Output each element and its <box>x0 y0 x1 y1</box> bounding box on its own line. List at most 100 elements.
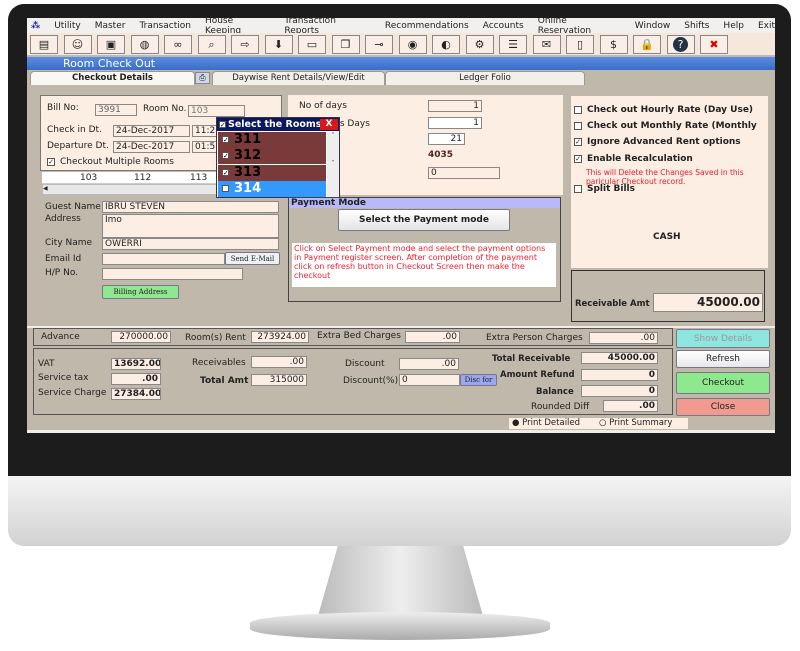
hp-field[interactable] <box>102 268 243 280</box>
total-amt-field[interactable]: 315000 <box>251 374 307 386</box>
menu-master[interactable]: Master <box>95 21 126 31</box>
receivables-field[interactable]: .00 <box>251 356 307 368</box>
grid-cell[interactable]: 113 <box>190 173 207 183</box>
no-value: 4035 <box>428 150 454 160</box>
discount-percent-field[interactable]: 0 <box>399 374 460 386</box>
card-icon[interactable]: ▣ <box>97 35 125 54</box>
extra-bed-days-field[interactable]: 1 <box>428 117 482 129</box>
amount-refund-field[interactable]: 0 <box>581 369 658 381</box>
room-option-314[interactable]: ✓ 314 <box>218 180 326 197</box>
receivable-field[interactable]: 45000.00 <box>653 293 763 312</box>
chart-icon[interactable]: ▭ <box>298 35 326 54</box>
tab-checkout-details[interactable]: Checkout Details <box>30 71 195 85</box>
menu-transaction[interactable]: Transaction <box>139 21 191 31</box>
advance-field[interactable]: 270000.00 <box>111 331 171 343</box>
print-summary-radio[interactable]: ○ Print Summary <box>597 418 688 429</box>
lock-icon[interactable]: 🔒 <box>633 35 661 54</box>
menu-exit[interactable]: Exit <box>758 21 775 31</box>
checkbox-icon[interactable]: ✓ <box>219 121 226 129</box>
popup-scrollbar[interactable]: ˄ ˅ <box>327 132 339 197</box>
menu-utility[interactable]: Utility <box>54 21 80 31</box>
print-detailed-radio[interactable]: ● Print Detailed <box>509 418 597 429</box>
export-icon[interactable]: ⇨ <box>231 35 259 54</box>
tab-ledger-folio[interactable]: Ledger Folio <box>385 71 585 85</box>
menu-recommendations[interactable]: Recommendations <box>385 21 469 31</box>
copy-icon[interactable]: ❐ <box>331 35 360 54</box>
total-amt-label: Total Amt <box>200 376 249 386</box>
dollar-icon[interactable]: $ <box>599 35 628 54</box>
mail-icon[interactable]: ✉ <box>532 35 561 54</box>
room-option-312[interactable]: ✓ 312 <box>218 148 326 165</box>
person-icon[interactable]: ☺ <box>63 35 92 54</box>
gears-icon[interactable]: ⚙ <box>465 35 494 54</box>
checkout-button[interactable]: Checkout <box>676 372 770 394</box>
bulb-icon[interactable]: ◐ <box>432 35 460 54</box>
room-option-313[interactable]: ✓ 313 <box>218 164 326 181</box>
extra-bed-charges-field[interactable]: .00 <box>405 331 460 343</box>
palette-icon[interactable]: ▤ <box>30 35 58 54</box>
service-charge-field[interactable]: 27384.00 <box>111 388 161 400</box>
menu-window[interactable]: Window <box>635 21 671 31</box>
address-field[interactable]: Imo <box>102 214 279 238</box>
send-email-button[interactable]: Send E-Mail <box>225 252 280 265</box>
rounded-diff-field[interactable]: .00 <box>603 400 658 412</box>
departure-date-picker[interactable]: 24-Dec-2017 <box>113 141 190 153</box>
disc-icon[interactable]: ◉ <box>398 35 427 54</box>
rooms-field[interactable]: 21 <box>428 133 465 145</box>
close-icon[interactable]: ✖ <box>700 35 728 54</box>
option-checkbox[interactable]: Check out Monthly Rate (Monthly <box>574 121 757 131</box>
service-tax-field[interactable]: .00 <box>111 373 161 385</box>
recalc-warning: This will Delete the Changes Saved in th… <box>586 168 744 186</box>
option-checkbox[interactable]: ✓ Enable Recalculation <box>574 154 693 164</box>
grid-cell[interactable]: 103 <box>80 173 97 183</box>
days-field[interactable]: 1 <box>428 100 482 112</box>
printer-icon[interactable]: ⎙ <box>195 72 210 84</box>
email-label: Email Id <box>45 254 82 264</box>
extra-person-charges-field[interactable]: .00 <box>589 332 658 344</box>
search-doc-icon[interactable]: ⌕ <box>197 35 226 54</box>
grid-cell[interactable]: 112 <box>134 173 151 183</box>
bill-no-field[interactable]: 3991 <box>95 104 137 116</box>
total-receivable-field[interactable]: 45000.00 <box>581 352 658 364</box>
download-icon[interactable]: ⬇ <box>264 35 293 54</box>
disc-for-button[interactable]: Disc for <box>460 374 497 386</box>
guest-name-field[interactable]: IBRU STEVEN <box>102 201 279 213</box>
room-no-field[interactable]: 103 <box>188 105 245 117</box>
app-logo: ⁂ <box>31 20 41 31</box>
billing-address-button[interactable]: Billing Address <box>102 285 179 299</box>
show-details-button[interactable]: Show Details <box>676 329 770 348</box>
menu-help[interactable]: Help <box>723 21 744 31</box>
vat-field[interactable]: 13692.00 <box>111 358 161 370</box>
help-icon[interactable]: ? <box>666 35 695 54</box>
discount-field[interactable]: .00 <box>399 358 459 370</box>
refresh-button[interactable]: Refresh <box>676 350 770 368</box>
checkbox-icon <box>574 105 582 114</box>
extra-bed-charges-label: Extra Bed Charges <box>317 331 401 341</box>
menu-shifts[interactable]: Shifts <box>684 21 709 31</box>
binoculars-icon[interactable]: ∞ <box>164 35 192 54</box>
plug-icon[interactable]: ⊸ <box>365 35 393 54</box>
tab-daywise-rent[interactable]: Daywise Rent Details/View/Edit <box>212 71 385 85</box>
phone-icon[interactable]: ▯ <box>566 35 594 54</box>
rent-field[interactable]: 273924.00 <box>251 331 309 343</box>
horizontal-scrollbar[interactable]: ◀ <box>42 184 217 195</box>
checkout-multiple-checkbox[interactable]: ✓ Checkout Multiple Rooms <box>47 157 174 167</box>
email-field[interactable] <box>102 253 225 265</box>
select-payment-mode-button[interactable]: Select the Payment mode <box>338 209 510 231</box>
menu-accounts[interactable]: Accounts <box>483 21 524 31</box>
option-checkbox[interactable]: Check out Hourly Rate (Day Use) <box>574 105 753 115</box>
balance-field[interactable]: 0 <box>581 385 658 397</box>
option-checkbox[interactable]: ✓ Ignore Advanced Rent options <box>574 137 741 147</box>
checkin-date-picker[interactable]: 24-Dec-2017 <box>113 125 190 137</box>
room-option-311[interactable]: ✓ 311 <box>218 132 326 148</box>
discount-percent-label: Discount(%) <box>343 376 399 386</box>
number-field[interactable]: 0 <box>428 167 500 179</box>
departure-time-field[interactable]: 01:5 <box>192 141 217 153</box>
document-icon[interactable]: ☰ <box>499 35 527 54</box>
popup-close-button[interactable]: X <box>320 119 338 130</box>
close-button[interactable]: Close <box>676 398 770 416</box>
globe-icon[interactable]: ◍ <box>130 35 159 54</box>
checkin-time-field[interactable]: 11:2 <box>192 125 217 137</box>
city-field[interactable]: OWERRI <box>102 238 279 250</box>
discount-label: Discount <box>345 359 385 369</box>
